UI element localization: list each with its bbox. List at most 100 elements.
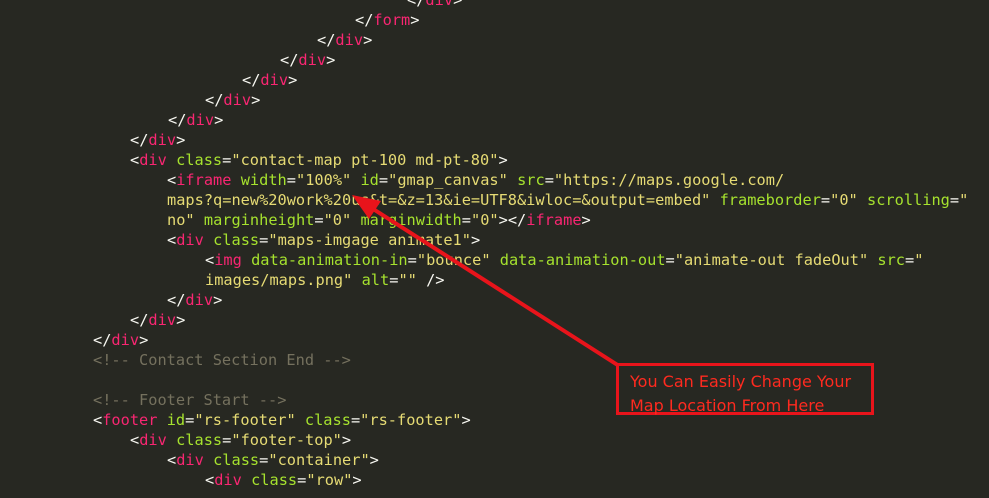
code-token: div (148, 311, 177, 329)
annotation-line-2: Map Location From Here (630, 396, 825, 415)
code-token: class (304, 411, 351, 429)
code-token: marginheight (203, 211, 315, 229)
code-token: < (167, 451, 177, 469)
code-line[interactable]: <iframe width="100%" id="gmap_canvas" sr… (167, 170, 784, 190)
code-token: id (166, 411, 186, 429)
code-token: > (288, 71, 298, 89)
code-line[interactable]: <div class="maps-imgage animate1"> (167, 230, 480, 250)
code-token: width (240, 171, 287, 189)
code-line[interactable]: </div> (242, 70, 297, 90)
code-line[interactable]: </div> (167, 290, 222, 310)
code-line[interactable]: </div> (407, 0, 462, 10)
code-line[interactable]: maps?q=new%20work%20us&t=&z=13&ie=UTF8&i… (167, 190, 968, 210)
code-token: div (111, 331, 140, 349)
code-line[interactable]: </form> (355, 10, 419, 30)
code-line[interactable]: </div> (130, 310, 185, 330)
code-token: "https://maps.google.com/ (553, 171, 785, 189)
code-token: data-animation-in (251, 251, 408, 269)
code-token: div (139, 151, 167, 169)
code-line[interactable]: </div> (168, 110, 223, 130)
code-token: images/maps.png" (205, 271, 353, 289)
code-token: > (251, 91, 261, 109)
code-token: = (286, 171, 296, 189)
code-token: iframe (526, 211, 582, 229)
code-token: ></ (498, 211, 527, 229)
code-token: = (350, 411, 361, 429)
code-token: = (259, 231, 269, 249)
code-token: div (176, 451, 204, 469)
code-line[interactable]: <!-- Contact Section End --> (93, 350, 351, 370)
code-line[interactable]: <div class="container"> (167, 450, 379, 470)
code-token: = (222, 431, 232, 449)
code-line[interactable]: </div> (93, 330, 148, 350)
code-line[interactable]: images/maps.png" alt="" /> (205, 270, 445, 290)
code-token: " (959, 191, 969, 209)
code-line[interactable]: <div class="footer-top"> (130, 430, 351, 450)
code-token: </ (130, 131, 149, 149)
code-editor[interactable]: </div> </form> </div> </div> </div> </div> </d… (0, 0, 989, 498)
code-token: class (176, 431, 223, 449)
code-line[interactable]: </div> (280, 50, 335, 70)
code-token: </ (242, 71, 261, 89)
code-token: class (251, 471, 298, 489)
code-token: marginwidth (360, 211, 462, 229)
code-token: = (665, 251, 675, 269)
code-token: div (148, 131, 177, 149)
code-token: frameborder (719, 191, 821, 209)
code-token: > (498, 151, 508, 169)
code-token: " (914, 251, 924, 269)
code-token: maps?q=new%20work%20us&t=&z=13&ie=UTF8&i… (167, 191, 711, 209)
code-token: > (369, 451, 379, 469)
code-token: div (260, 71, 289, 89)
code-token: /> (416, 271, 445, 289)
code-token: alt (361, 271, 390, 289)
annotation-line-1: You Can Easily Change Your (630, 372, 852, 391)
code-token: "100%" (295, 171, 352, 189)
code-token: div (185, 291, 214, 309)
code-line[interactable]: <img data-animation-in="bounce" data-ani… (205, 250, 923, 270)
code-token: = (314, 211, 324, 229)
code-token: > (470, 231, 481, 249)
code-token: "0" (323, 211, 352, 229)
code-token: "rs-footer" (194, 411, 296, 429)
code-token: </ (93, 331, 112, 349)
code-token: = (185, 411, 195, 429)
annotation-callout: You Can Easily Change Your Map Location … (616, 363, 874, 415)
code-line[interactable]: </div> (317, 30, 372, 50)
code-token: </ (130, 311, 149, 329)
code-line[interactable]: <footer id="rs-footer" class="rs-footer"… (93, 410, 471, 430)
code-token: <!-- Footer Start --> (93, 391, 287, 409)
code-token: </ (355, 11, 374, 29)
code-token: div (214, 471, 242, 489)
code-token: "contact-map pt-100 md-pt-80" (231, 151, 499, 169)
code-line[interactable]: </div> (130, 130, 185, 150)
code-token: </ (317, 31, 336, 49)
code-token: "0" (830, 191, 858, 209)
code-line[interactable]: no" marginheight="0" marginwidth="0"></i… (167, 210, 591, 230)
code-token: div (139, 431, 167, 449)
code-token: class (213, 231, 260, 249)
code-token: = (407, 251, 417, 269)
code-token: </ (205, 91, 224, 109)
code-token: > (214, 111, 224, 129)
code-token: div (176, 231, 204, 249)
code-token: "rs-footer" (360, 411, 462, 429)
code-line[interactable]: <div class="row"> (205, 470, 362, 490)
code-token: > (176, 311, 186, 329)
code-line[interactable]: </div> (205, 90, 260, 110)
code-line[interactable]: <!-- Footer Start --> (93, 390, 286, 410)
code-token: "container" (268, 451, 370, 469)
code-token: = (378, 171, 389, 189)
code-token: div (298, 51, 327, 69)
code-line[interactable]: <div class="contact-map pt-100 md-pt-80"… (130, 150, 508, 170)
code-token: "bounce" (416, 251, 491, 269)
code-token: <!-- Contact Section End --> (93, 351, 351, 369)
code-token: "" (398, 271, 417, 289)
code-token: < (205, 251, 215, 269)
code-token: < (93, 411, 103, 429)
